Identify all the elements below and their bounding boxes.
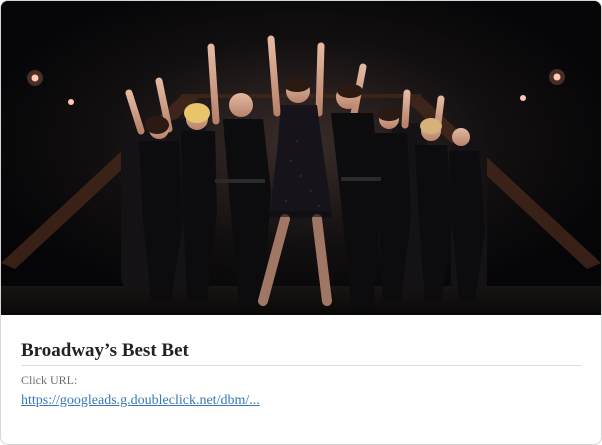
click-url-link[interactable]: https://googleads.g.doubleclick.net/dbm/… (21, 392, 260, 409)
ad-preview-card: Broadway’s Best Bet Click URL: https://g… (0, 0, 602, 445)
ad-title: Broadway’s Best Bet (21, 340, 189, 361)
ad-info-panel: Broadway’s Best Bet Click URL: https://g… (1, 315, 601, 444)
stage-performance-photo (1, 1, 601, 315)
title-divider (21, 365, 581, 366)
ad-hero-image[interactable] (1, 1, 601, 315)
click-url-label: Click URL: (21, 373, 78, 387)
